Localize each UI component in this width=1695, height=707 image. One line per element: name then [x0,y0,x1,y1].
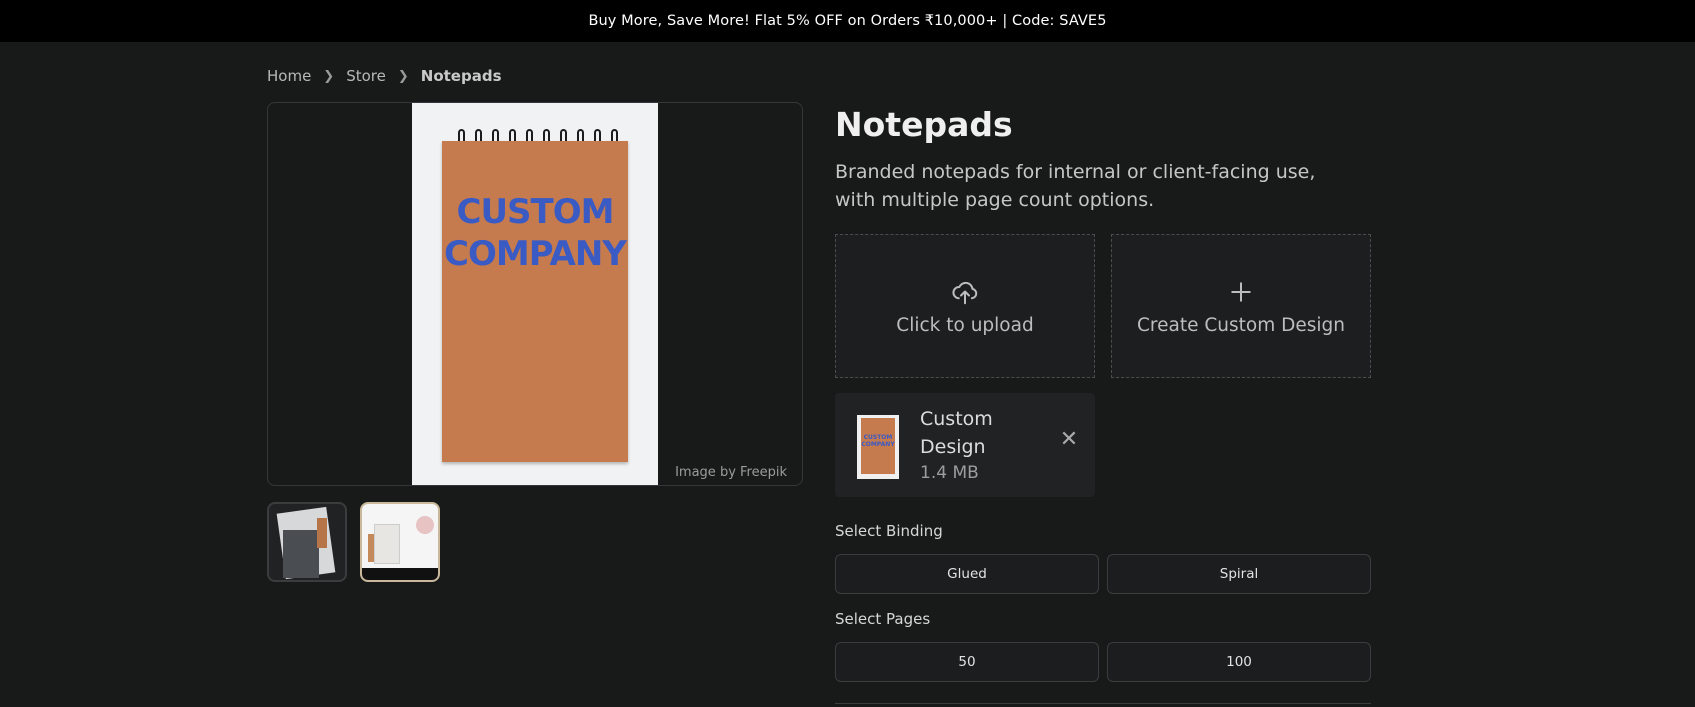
notepad-cover: CUSTOM COMPANY [442,141,628,462]
thumbnail-2[interactable] [360,502,440,582]
cloud-upload-icon [952,281,978,304]
binding-label: Select Binding [835,522,943,540]
file-thumbnail: CUSTOM COMPANY [857,415,899,479]
breadcrumb-home[interactable]: Home [267,67,311,85]
cover-text: CUSTOM COMPANY [444,192,627,274]
promo-text: Buy More, Save More! Flat 5% OFF on Orde… [588,13,1107,29]
uploaded-file-card: CUSTOM COMPANY Custom Design 1.4 MB ✕ [835,393,1095,497]
notepad-photo: CUSTOM COMPANY [412,103,658,485]
main-product-image[interactable]: CUSTOM COMPANY Image by Freepik [267,102,803,486]
thumbnail-strip [267,502,440,582]
file-name: Custom Design [920,408,993,458]
chevron-right-icon: ❯ [397,68,409,84]
binding-option-spiral[interactable]: Spiral [1107,554,1371,594]
create-label: Create Custom Design [1137,314,1345,336]
create-custom-design-button[interactable]: Create Custom Design [1111,234,1371,378]
file-size: 1.4 MB [920,463,979,483]
divider [835,703,1371,704]
breadcrumb-store[interactable]: Store [346,67,386,85]
product-description: Branded notepads for internal or client-… [835,161,1316,211]
thumbnail-1[interactable] [267,502,347,582]
pages-label: Select Pages [835,610,931,628]
upload-label: Click to upload [896,314,1034,336]
promo-banner: Buy More, Save More! Flat 5% OFF on Orde… [0,0,1695,42]
binding-option-glued[interactable]: Glued [835,554,1099,594]
image-credit: Image by Freepik [675,465,787,480]
product-title: Notepads [835,105,1013,144]
breadcrumb: Home ❯ Store ❯ Notepads [267,65,502,87]
plus-icon [1231,281,1251,302]
chevron-right-icon: ❯ [323,68,335,84]
pages-option-100[interactable]: 100 [1107,642,1371,682]
breadcrumb-current: Notepads [420,67,502,85]
close-icon[interactable]: ✕ [1058,429,1080,451]
upload-dropzone[interactable]: Click to upload [835,234,1095,378]
pages-option-50[interactable]: 50 [835,642,1099,682]
